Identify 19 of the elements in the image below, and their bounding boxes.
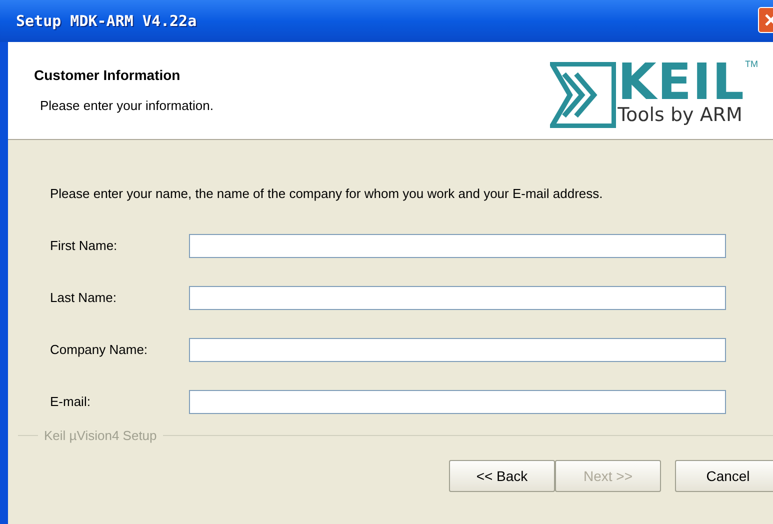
field-label: E-mail: — [49, 392, 92, 411]
page-title: Customer Information — [34, 66, 182, 85]
group-label: Keil µVision4 Setup — [43, 426, 158, 445]
trademark-mark: TM — [745, 60, 758, 69]
window-title: Setup MDK-ARM V4.22a — [16, 10, 197, 32]
field-label: Last Name: — [49, 288, 118, 307]
text-field[interactable] — [189, 338, 726, 362]
field-label: First Name: — [49, 236, 118, 255]
field-label: Company Name: — [49, 340, 148, 359]
text-field[interactable] — [189, 234, 726, 258]
instruction-text: Please enter your name, the name of the company for whom you work and your E-mail address. — [49, 185, 604, 203]
page-subtitle: Please enter your information. — [40, 97, 214, 115]
logo-wordmark: KEIL — [618, 60, 745, 104]
text-field[interactable] — [189, 390, 726, 414]
text-field[interactable] — [189, 286, 726, 310]
back-button[interactable]: << Back — [449, 460, 555, 492]
logo-tagline: Tools by ARM — [618, 104, 744, 126]
cancel-button[interactable]: Cancel — [675, 460, 773, 492]
chevron-logo-icon — [550, 62, 616, 128]
